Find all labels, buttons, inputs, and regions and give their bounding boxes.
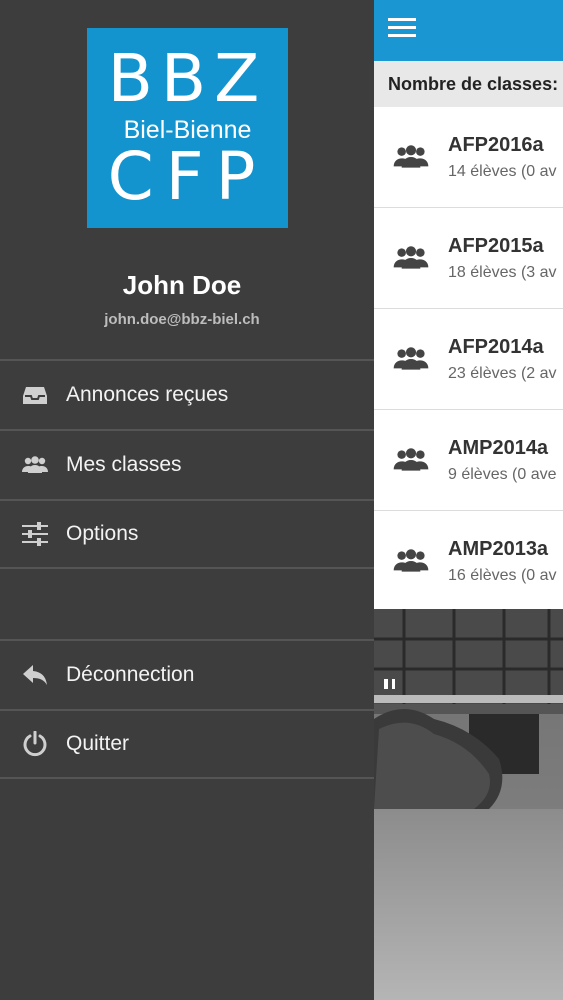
class-students: 18 élèves (3 av [448,263,557,281]
navigation-drawer: BBZ Biel-Bienne CFP John Doe john.doe@bb… [0,0,374,1000]
menu-item-label: Options [66,522,139,545]
power-icon [21,730,49,758]
group-icon [393,347,429,370]
class-name: AFP2015a [448,234,544,257]
class-count-bar: Nombre de classes: [374,61,563,107]
class-name: AMP2013a [448,537,549,560]
class-row-amp2013a[interactable]: AMP2013a 16 élèves (0 av [374,511,563,612]
class-students: 9 élèves (0 ave [448,465,557,483]
logo-line-3: CFP [107,138,268,215]
school-logo: BBZ Biel-Bienne CFP [87,28,288,228]
reply-icon [21,661,49,689]
group-icon [393,246,429,269]
group-icon [393,448,429,471]
class-name: AFP2014a [448,335,544,358]
menu-item-label: Quitter [66,732,130,755]
drawer-menu-top: Annonces reçues Mes classes Options [0,359,374,569]
inbox-icon [21,381,49,409]
menu-item-annonces[interactable]: Annonces reçues [0,359,374,429]
hamburger-menu-icon[interactable] [388,18,416,43]
class-name: AFP2016a [448,133,544,156]
group-icon [393,549,429,572]
main-content: Nombre de classes: AFP2016a 14 élèves (0… [374,0,563,1000]
menu-item-quitter[interactable]: Quitter [0,709,374,779]
class-row-afp2015a[interactable]: AFP2015a 18 élèves (3 av [374,208,563,309]
menu-item-deconnection[interactable]: Déconnection [0,639,374,709]
class-name: AMP2014a [448,436,549,459]
class-row-amp2014a[interactable]: AMP2014a 9 élèves (0 ave [374,410,563,511]
class-row-afp2014a[interactable]: AFP2014a 23 élèves (2 av [374,309,563,410]
group-icon [393,145,429,168]
menu-item-label: Annonces reçues [66,383,229,406]
background-photo [374,609,563,1000]
menu-item-label: Mes classes [66,453,182,476]
user-email: john.doe@bbz-biel.ch [104,311,260,328]
class-row-afp2016a[interactable]: AFP2016a 14 élèves (0 av [374,107,563,208]
menu-item-label: Déconnection [66,663,195,686]
class-students: 16 élèves (0 av [448,566,557,584]
menu-item-options[interactable]: Options [0,499,374,569]
drawer-menu-bottom: Déconnection Quitter [0,639,374,779]
class-students: 14 élèves (0 av [448,162,557,180]
menu-item-mes-classes[interactable]: Mes classes [0,429,374,499]
user-name: John Doe [122,270,242,300]
logo-line-1: BBZ [107,40,268,117]
class-students: 23 élèves (2 av [448,364,557,382]
group-icon [21,451,49,479]
sliders-icon [21,520,49,548]
app-bar [374,0,563,61]
class-list: AFP2016a 14 élèves (0 av AFP2015a 18 élè… [374,107,563,612]
